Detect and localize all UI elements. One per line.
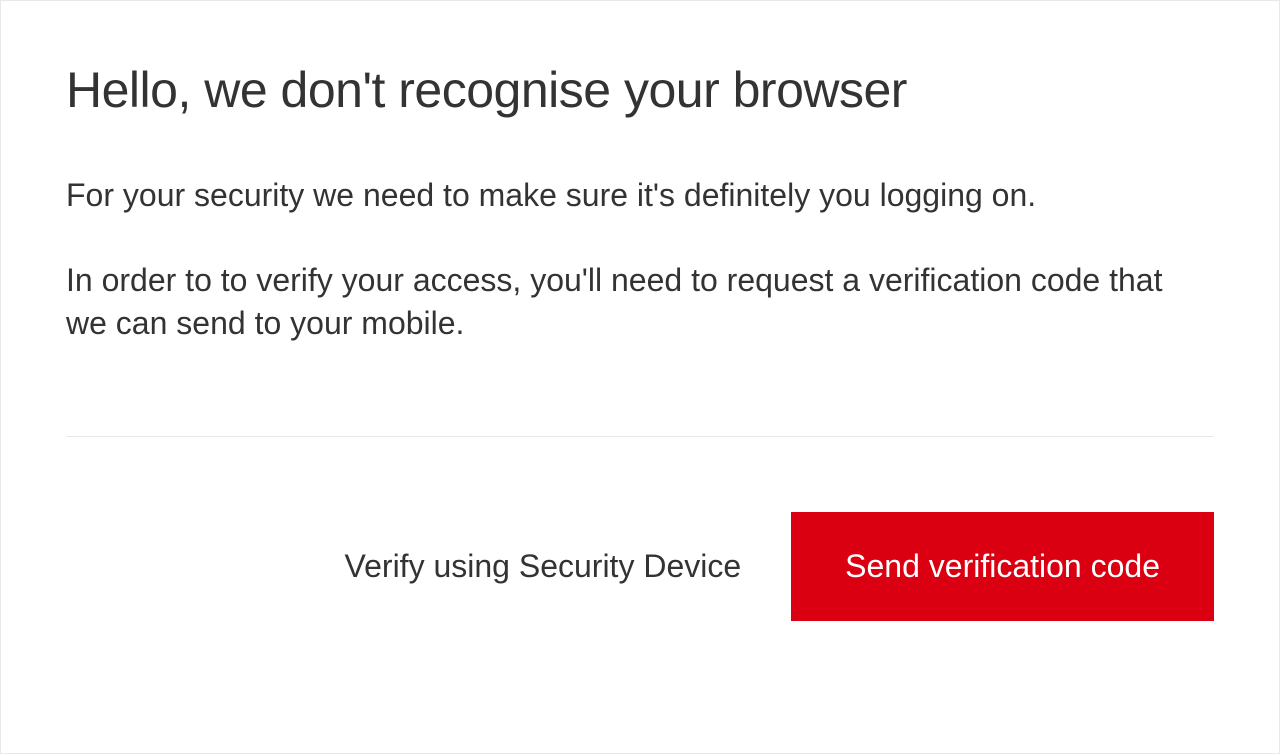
section-divider	[66, 436, 1214, 437]
verify-security-device-link[interactable]: Verify using Security Device	[345, 548, 742, 585]
intro-text-1: For your security we need to make sure i…	[66, 174, 1186, 217]
send-verification-code-button[interactable]: Send verification code	[791, 512, 1214, 621]
page-title: Hello, we don't recognise your browser	[66, 61, 1214, 119]
verification-panel: Hello, we don't recognise your browser F…	[1, 1, 1279, 671]
action-row: Verify using Security Device Send verifi…	[66, 512, 1214, 621]
intro-text-2: In order to to verify your access, you'l…	[66, 259, 1186, 345]
